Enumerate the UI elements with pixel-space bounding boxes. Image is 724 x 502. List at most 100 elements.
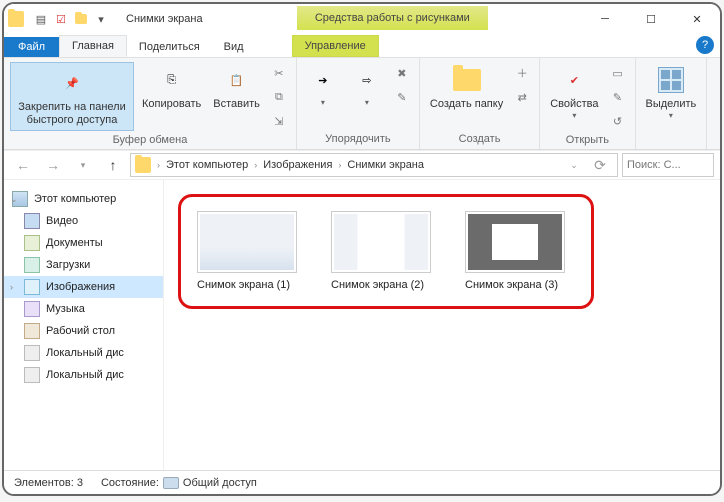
- up-button[interactable]: ↑: [100, 152, 126, 178]
- ribbon-tabs: Файл Главная Поделиться Вид Управление ?: [4, 34, 720, 58]
- copy-path-icon[interactable]: ⧉: [268, 86, 290, 108]
- nav-icon: [24, 323, 40, 339]
- crumb-pictures[interactable]: Изображения: [259, 159, 336, 171]
- nav-item[interactable]: Локальный дис: [4, 364, 163, 386]
- edit-icon[interactable]: ✎: [607, 86, 629, 108]
- group-clipboard: Буфер обмена: [10, 132, 290, 146]
- nav-item[interactable]: › Изображения: [4, 276, 163, 298]
- crumb-pc[interactable]: Этот компьютер: [162, 159, 252, 171]
- status-state-label: Состояние:: [101, 477, 159, 489]
- nav-item[interactable]: Локальный дис: [4, 342, 163, 364]
- file-label: Снимок экрана (3): [465, 279, 575, 292]
- nav-label: Изображения: [46, 281, 115, 293]
- ribbon: 📌 Закрепить на панели быстрого доступа ⎘…: [4, 58, 720, 150]
- nav-icon: [24, 367, 40, 383]
- back-button[interactable]: ←: [10, 152, 36, 178]
- folder-icon: [135, 157, 151, 173]
- help-icon[interactable]: ?: [696, 36, 714, 54]
- nav-icon: [24, 301, 40, 317]
- nav-icon: [24, 279, 40, 295]
- nav-label: Загрузки: [46, 259, 90, 271]
- tab-file[interactable]: Файл: [4, 37, 59, 57]
- new-folder-button[interactable]: Создать папку: [426, 62, 507, 113]
- qat-properties-icon[interactable]: ▤: [32, 10, 50, 28]
- nav-item[interactable]: Видео: [4, 210, 163, 232]
- nav-icon: [24, 213, 40, 229]
- status-count: Элементов: 3: [14, 477, 83, 489]
- nav-label: Музыка: [46, 303, 85, 315]
- forward-button[interactable]: →: [40, 152, 66, 178]
- chevron-right-icon[interactable]: ›: [252, 160, 259, 170]
- rename-icon[interactable]: ✎: [391, 86, 413, 108]
- group-organize: Упорядочить: [303, 131, 413, 145]
- new-item-icon[interactable]: ＋: [511, 62, 533, 84]
- qat-check-icon[interactable]: ☑: [52, 10, 70, 28]
- copy-to-button[interactable]: ⇨▾: [347, 62, 387, 109]
- group-new: Создать: [426, 131, 533, 145]
- move-icon: ➔: [307, 64, 339, 96]
- properties-icon: ✔: [558, 64, 590, 96]
- titlebar: ▤ ☑ ▾ Снимки экрана Средства работы с ри…: [4, 4, 720, 34]
- qat-new-folder-icon[interactable]: [72, 10, 90, 28]
- crumb-screenshots[interactable]: Снимки экрана: [343, 159, 428, 171]
- copy-button[interactable]: ⎘ Копировать: [138, 62, 205, 113]
- nav-icon: [24, 345, 40, 361]
- nav-item[interactable]: Документы: [4, 232, 163, 254]
- nav-item[interactable]: Рабочий стол: [4, 320, 163, 342]
- paste-icon: 📋: [221, 64, 253, 96]
- delete-icon[interactable]: ✖: [391, 62, 413, 84]
- tab-home[interactable]: Главная: [59, 35, 127, 57]
- nav-label: Этот компьютер: [34, 193, 116, 205]
- thumbnail: [465, 211, 565, 273]
- chevron-right-icon[interactable]: ›: [336, 160, 343, 170]
- explorer-window: ▤ ☑ ▾ Снимки экрана Средства работы с ри…: [4, 4, 720, 494]
- properties-button[interactable]: ✔ Свойства ▾: [546, 62, 602, 122]
- nav-label: Документы: [46, 237, 103, 249]
- easy-access-icon[interactable]: ⇄: [511, 86, 533, 108]
- nav-this-pc[interactable]: ⌄ Этот компьютер: [4, 188, 163, 210]
- pin-to-quick-access-button[interactable]: 📌 Закрепить на панели быстрого доступа: [10, 62, 134, 131]
- open-icon[interactable]: ▭: [607, 62, 629, 84]
- qat-dropdown-icon[interactable]: ▾: [92, 10, 110, 28]
- select-icon: [655, 64, 687, 96]
- maximize-button[interactable]: ☐: [628, 4, 674, 34]
- recent-dropdown[interactable]: ▾: [70, 152, 96, 178]
- address-bar: ← → ▾ ↑ › Этот компьютер › Изображения ›…: [4, 150, 720, 180]
- tab-manage[interactable]: Управление: [292, 35, 379, 57]
- breadcrumb[interactable]: › Этот компьютер › Изображения › Снимки …: [130, 153, 618, 177]
- nav-tree[interactable]: ⌄ Этот компьютер Видео Документы Загрузки ›…: [4, 180, 164, 470]
- file-item[interactable]: Снимок экрана (2): [331, 211, 441, 292]
- cut-icon[interactable]: ✂: [268, 62, 290, 84]
- collapse-icon[interactable]: ⌄: [10, 194, 18, 205]
- refresh-icon[interactable]: ⟳: [587, 152, 613, 178]
- file-pane[interactable]: Снимок экрана (1) Снимок экрана (2) Снимок…: [164, 180, 720, 470]
- history-icon[interactable]: ↺: [607, 110, 629, 132]
- select-button[interactable]: Выделить ▾: [642, 62, 701, 122]
- move-to-button[interactable]: ➔▾: [303, 62, 343, 109]
- nav-icon: [24, 257, 40, 273]
- status-shared: Общий доступ: [183, 477, 257, 489]
- file-item[interactable]: Снимок экрана (1): [197, 211, 307, 292]
- tab-share[interactable]: Поделиться: [127, 37, 212, 57]
- paste-button[interactable]: 📋 Вставить: [209, 62, 264, 113]
- paste-shortcut-icon[interactable]: ⇲: [268, 110, 290, 132]
- quick-access-toolbar: ▤ ☑ ▾: [28, 10, 114, 28]
- thumbnail: [331, 211, 431, 273]
- nav-label: Локальный дис: [46, 369, 124, 381]
- status-bar: Элементов: 3 Состояние: Общий доступ: [4, 470, 720, 494]
- search-input[interactable]: [627, 159, 687, 171]
- address-dropdown-icon[interactable]: ⌄: [561, 152, 587, 178]
- tab-view[interactable]: Вид: [212, 37, 256, 57]
- thumbnail: [197, 211, 297, 273]
- expand-icon[interactable]: ›: [10, 282, 13, 292]
- close-button[interactable]: ✕: [674, 4, 720, 34]
- minimize-button[interactable]: ─: [582, 4, 628, 34]
- chevron-right-icon[interactable]: ›: [155, 160, 162, 170]
- nav-icon: [24, 235, 40, 251]
- nav-label: Локальный дис: [46, 347, 124, 359]
- nav-label: Рабочий стол: [46, 325, 115, 337]
- search-box[interactable]: [622, 153, 714, 177]
- nav-item[interactable]: Музыка: [4, 298, 163, 320]
- file-item[interactable]: Снимок экрана (3): [465, 211, 575, 292]
- nav-item[interactable]: Загрузки: [4, 254, 163, 276]
